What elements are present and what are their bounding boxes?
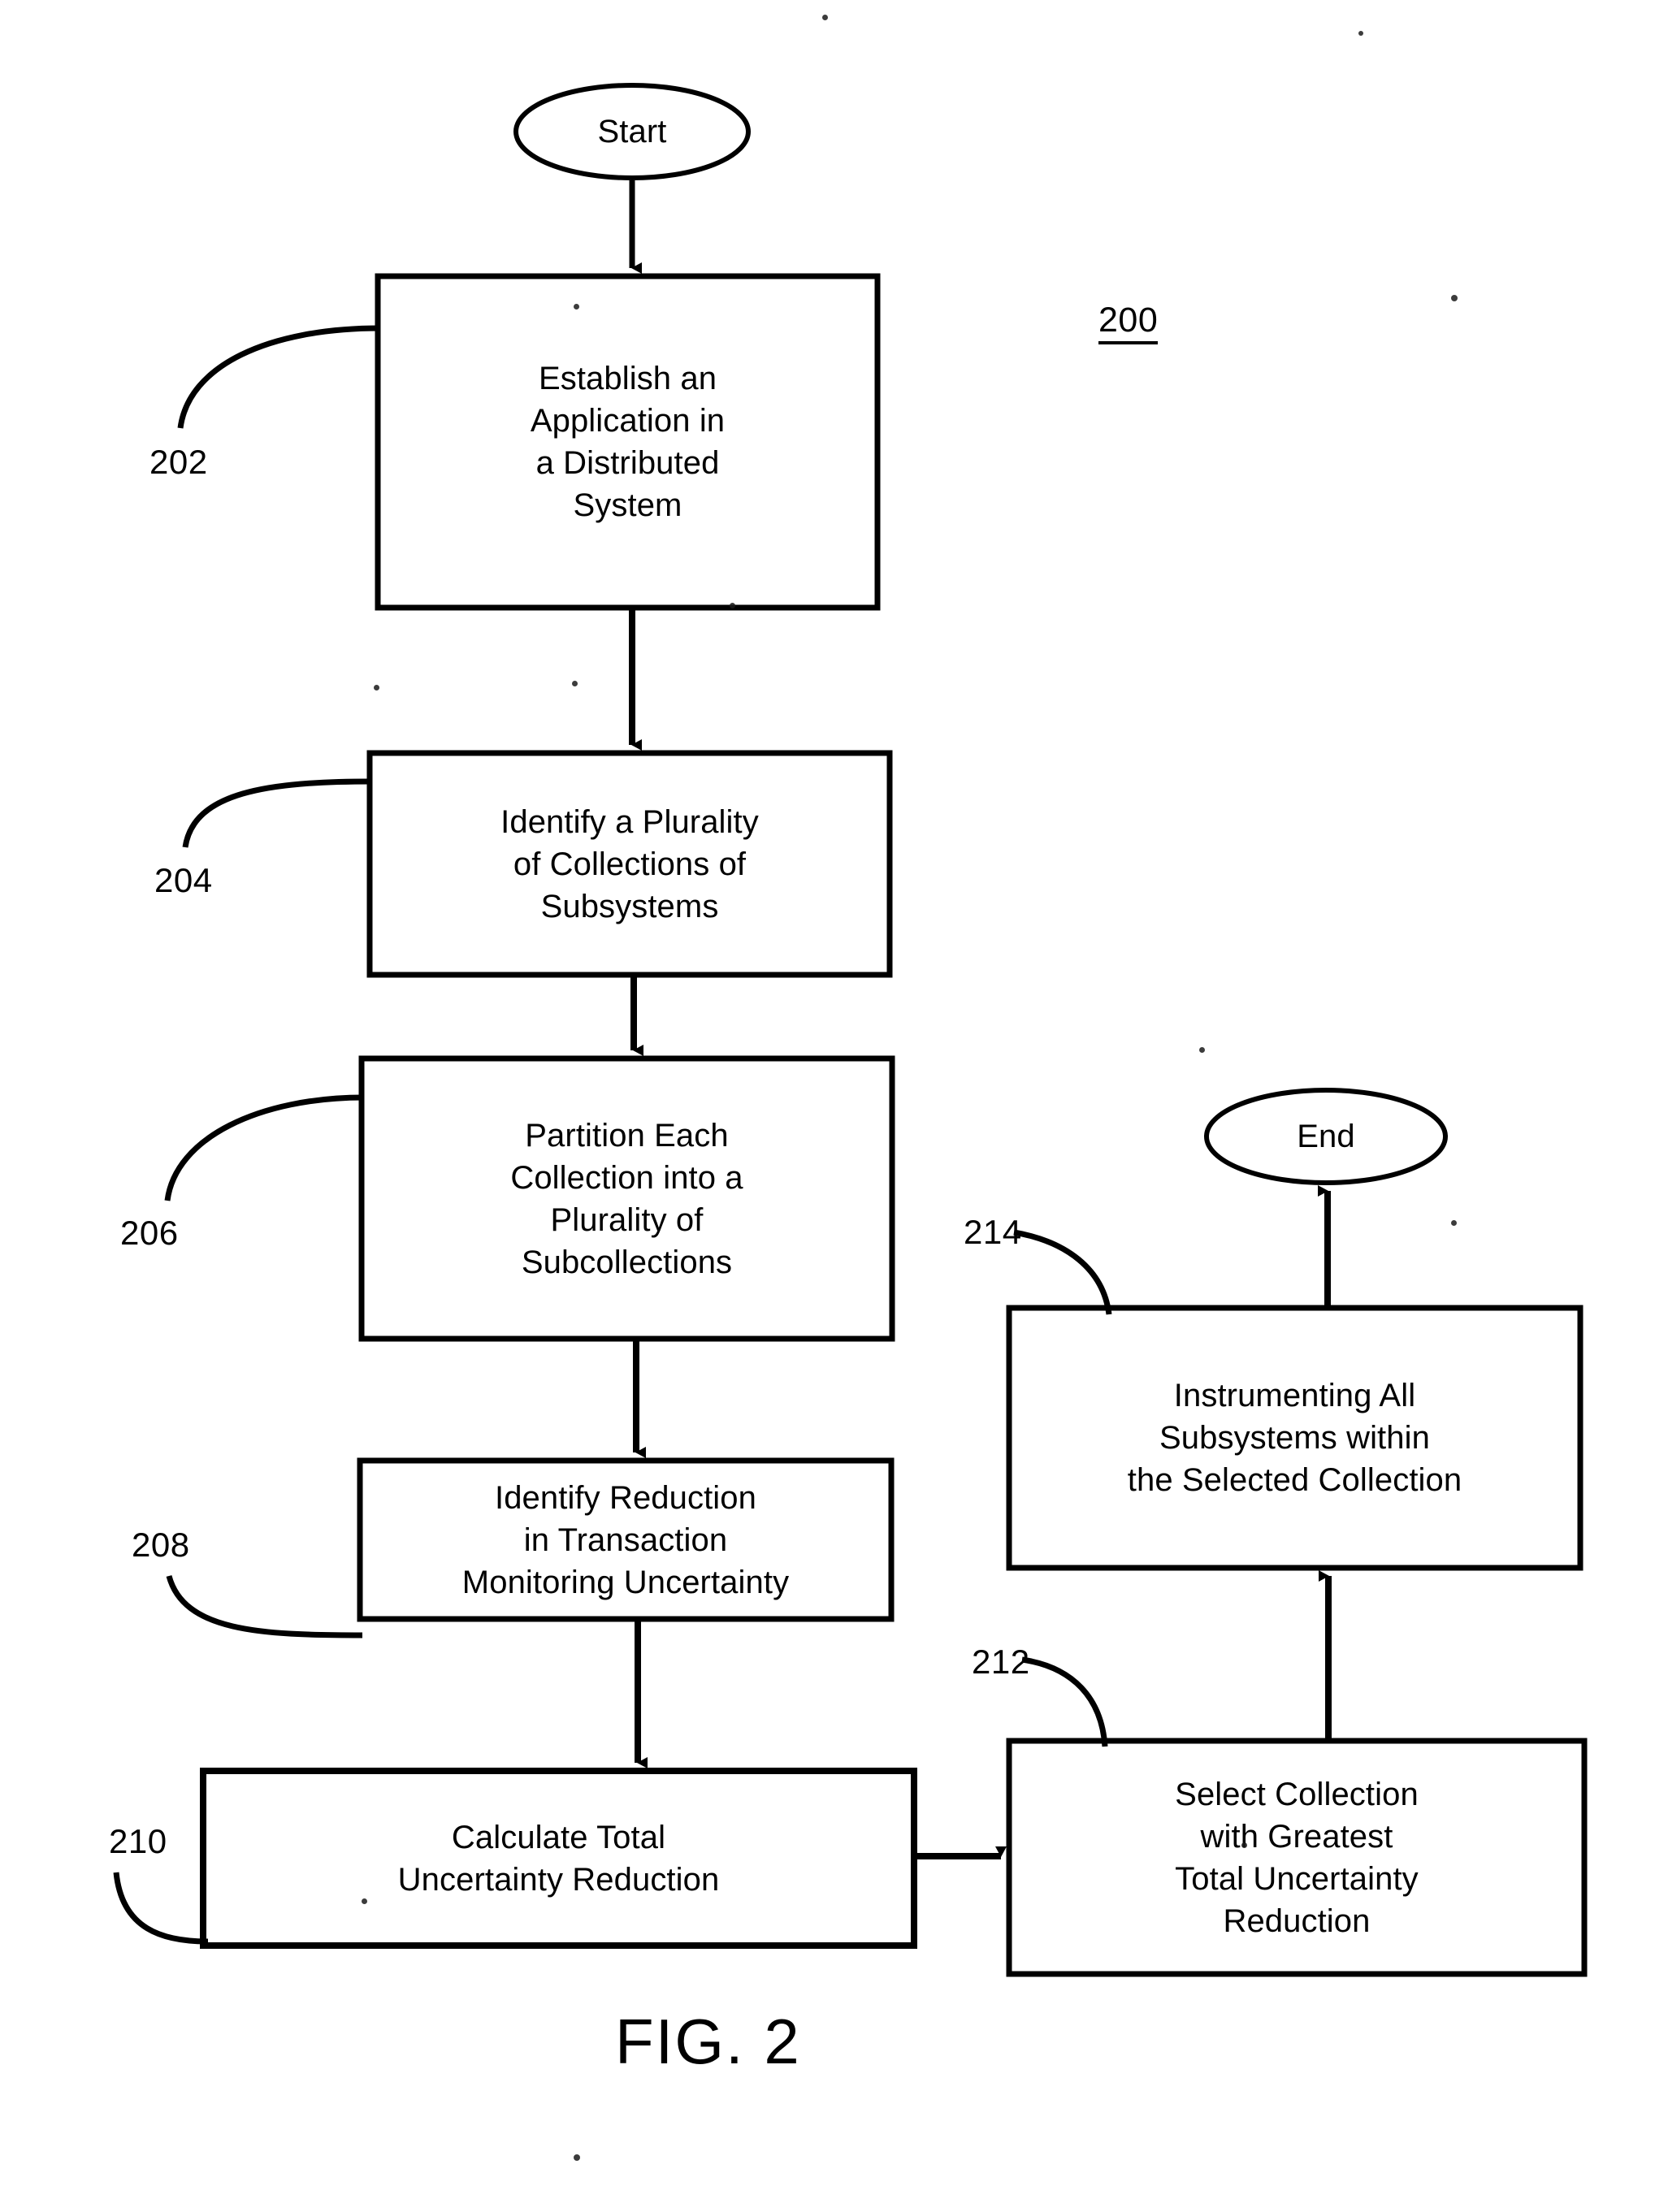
ref-numeral-204: 204 xyxy=(154,861,213,899)
leader-line-214 xyxy=(1013,1229,1112,1315)
figure-page: Start End Establish an Application in a … xyxy=(0,0,1668,2212)
scan-speck xyxy=(362,1898,367,1904)
scan-speck xyxy=(572,681,578,686)
ref-numeral-202: 202 xyxy=(149,443,208,481)
leader-line-212 xyxy=(1021,1656,1108,1747)
figure-reference-numeral-text: 200 xyxy=(1098,301,1159,344)
ref-numeral-214: 214 xyxy=(964,1213,1022,1251)
scan-speck xyxy=(1358,31,1363,36)
figure-caption: FIG. 2 xyxy=(615,2006,801,2077)
ref-numeral-206: 206 xyxy=(120,1214,179,1252)
leader-line-204 xyxy=(182,778,373,848)
end-terminal-label: End xyxy=(1297,1119,1355,1154)
leader-line-208 xyxy=(166,1575,363,1638)
step-210-label: Calculate Total Uncertainty Reduction xyxy=(397,1819,720,1898)
step-206-label: Partition Each Collection into a Plurali… xyxy=(510,1117,743,1280)
ref-numeral-210: 210 xyxy=(109,1822,167,1860)
leader-line-206 xyxy=(164,1094,365,1201)
step-214-label: Instrumenting All Subsystems within the … xyxy=(1127,1378,1462,1498)
figure-reference-numeral: 200 xyxy=(1098,301,1159,344)
step-202-label: Establish an Application in a Distribute… xyxy=(530,361,726,523)
scan-speck xyxy=(374,685,379,690)
leader-line-202 xyxy=(177,325,381,429)
step-208-label: Identify Reduction in Transaction Monito… xyxy=(461,1479,790,1600)
scan-speck xyxy=(730,603,735,608)
scan-speck xyxy=(1451,295,1458,301)
scan-speck xyxy=(1199,1047,1205,1053)
ref-numeral-212: 212 xyxy=(972,1643,1030,1681)
scan-speck xyxy=(574,2154,580,2161)
scan-speck xyxy=(1241,1842,1247,1848)
scan-speck xyxy=(1451,1220,1457,1226)
leader-line-210 xyxy=(113,1872,209,1945)
ref-numeral-208: 208 xyxy=(132,1526,190,1564)
step-212-label: Select Collection with Greatest Total Un… xyxy=(1175,1776,1419,1939)
scan-speck xyxy=(822,15,828,20)
scan-speck xyxy=(574,304,579,310)
start-terminal-label: Start xyxy=(597,114,667,149)
step-204-label: Identify a Plurality of Collections of S… xyxy=(500,803,759,924)
